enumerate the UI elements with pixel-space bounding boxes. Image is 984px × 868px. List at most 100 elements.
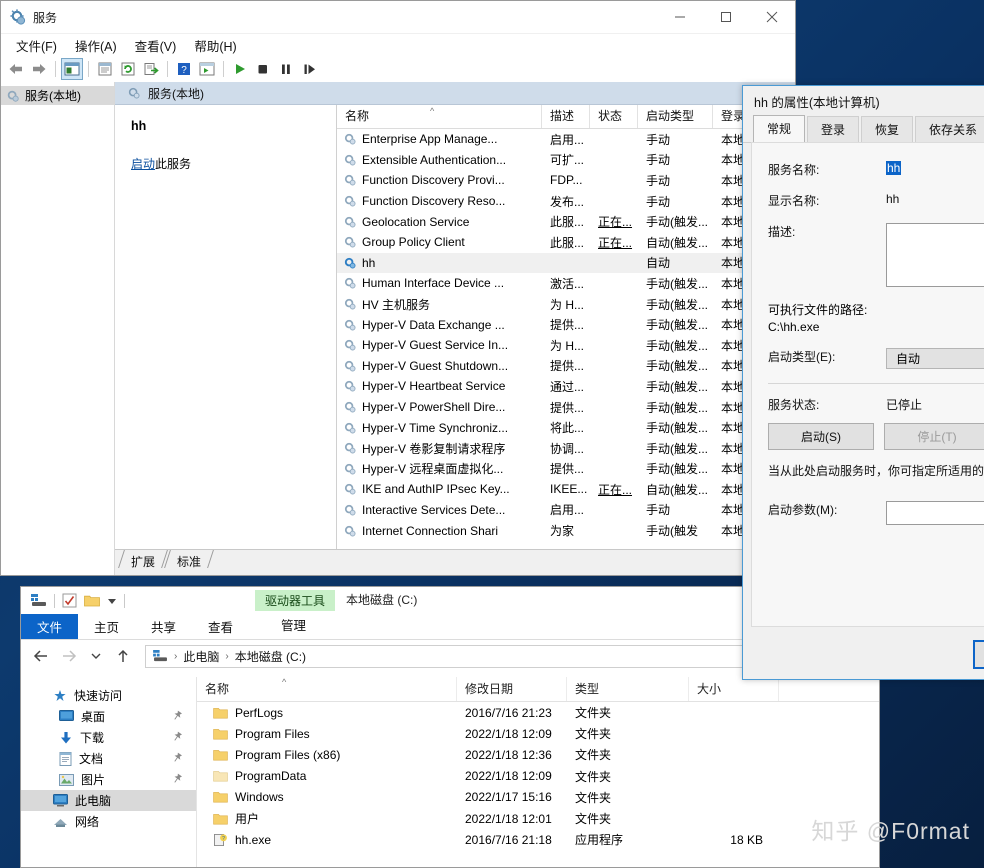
breadcrumb-this-pc[interactable]: 此电脑: [183, 648, 219, 665]
tab-file[interactable]: 文件: [21, 614, 79, 639]
services-list-row[interactable]: Hyper-V Time Synchroniz...将此...手动(触发...本…: [337, 417, 795, 438]
sidebar-item-this-pc[interactable]: 此电脑: [21, 790, 196, 811]
description-textarea[interactable]: [886, 223, 984, 287]
services-list-rows[interactable]: Enterprise App Manage...启用...手动本地系统Exten…: [337, 129, 795, 541]
services-list-row[interactable]: Hyper-V Guest Service In... 为 H... 手动(触发..…: [337, 335, 795, 356]
services-list-row[interactable]: Function Discovery Reso...发布...手动本地服务: [337, 191, 795, 212]
services-list-row[interactable]: Hyper-V Heartbeat Service通过...手动(触发...本地…: [337, 376, 795, 397]
show-hide-tree-icon[interactable]: [61, 58, 83, 80]
explorer-navigation-pane[interactable]: 快速访问 桌面 下载 文档 图片 此电脑 网络: [21, 677, 196, 867]
file-row[interactable]: ? hh.exe 2016/7/16 21:18 应用程序 18 KB: [197, 829, 879, 850]
sidebar-item-download[interactable]: 下载: [21, 727, 196, 748]
services-list-row[interactable]: Hyper-V Guest Shutdown...提供...手动(触发...本地…: [337, 356, 795, 377]
services-list-row[interactable]: HV 主机服务为 H...手动(触发...本地系统: [337, 294, 795, 315]
close-button[interactable]: [749, 1, 795, 33]
file-column-header[interactable]: 大小: [689, 677, 779, 701]
mmc-tab-standard[interactable]: 标准: [165, 550, 211, 570]
services-list-row[interactable]: Hyper-V 远程桌面虚拟化...提供...手动(触发...本地系统: [337, 459, 795, 480]
mmc-tab-extended[interactable]: 扩展: [119, 550, 165, 570]
file-row[interactable]: 用户 2022/1/18 12:01 文件夹: [197, 808, 879, 829]
services-list-row[interactable]: Hyper-V 卷影复制请求程序协调...手动(触发...本地系统: [337, 438, 795, 459]
services-list-header[interactable]: 名称 描述 状态 启动类型 登录为 ^: [337, 105, 795, 129]
start-service-icon[interactable]: [229, 58, 251, 80]
services-list-row[interactable]: Interactive Services Dete...启用...手动本地系统: [337, 500, 795, 521]
pin-icon[interactable]: [168, 729, 185, 747]
dropdown-caret-icon[interactable]: [107, 597, 117, 605]
properties-tabs[interactable]: 常规 登录 恢复 依存关系: [743, 115, 984, 143]
refresh-icon[interactable]: [117, 58, 139, 80]
tab-view[interactable]: 查看: [192, 614, 249, 639]
maximize-button[interactable]: [703, 1, 749, 33]
services-list-row[interactable]: Hyper-V Data Exchange ...提供...手动(触发...本地…: [337, 314, 795, 335]
menu-action[interactable]: 操作(A): [66, 34, 126, 57]
services-list-row[interactable]: Group Policy Client此服...正在...自动(触发...本地系…: [337, 232, 795, 253]
tab-share[interactable]: 共享: [135, 614, 192, 639]
service-properties-dialog[interactable]: hh 的属性(本地计算机) 常规 登录 恢复 依存关系 服务名称: hh 显示名…: [742, 85, 984, 680]
file-row[interactable]: ProgramData 2022/1/18 12:09 文件夹: [197, 766, 879, 787]
restart-service-icon[interactable]: [298, 58, 320, 80]
services-titlebar[interactable]: 服务: [1, 1, 795, 34]
forward-arrow-icon[interactable]: [60, 648, 77, 665]
file-row[interactable]: Program Files 2022/1/18 12:09 文件夹: [197, 723, 879, 744]
services-window[interactable]: 服务 文件(F) 操作(A) 查看(V) 帮助(H) ? 服务(本地) 服务(本…: [0, 0, 796, 576]
start-params-input[interactable]: [886, 501, 984, 525]
minimize-button[interactable]: [657, 1, 703, 33]
contextual-tab-drive-tools[interactable]: 驱动器工具: [255, 590, 335, 611]
explorer-file-list[interactable]: 名称 修改日期 类型 大小 ^ PerfLogs 2016/7/16 21:23 文件夹 Pr…: [196, 677, 879, 867]
menu-help[interactable]: 帮助(H): [185, 34, 245, 57]
services-list-row[interactable]: Geolocation Service此服...正在...手动(触发...本地系…: [337, 211, 795, 232]
start-service-link[interactable]: 启动: [131, 157, 155, 171]
services-list-row[interactable]: Human Interface Device ...激活...手动(触发...本…: [337, 273, 795, 294]
file-list-header[interactable]: 名称 修改日期 类型 大小 ^: [197, 677, 879, 702]
mmc-view-tabs[interactable]: 扩展 标准: [115, 549, 795, 575]
sidebar-item-network[interactable]: 网络: [21, 811, 196, 832]
file-row[interactable]: Program Files (x86) 2022/1/18 12:36 文件夹: [197, 744, 879, 765]
back-arrow-icon[interactable]: [5, 58, 27, 80]
services-column-header[interactable]: 名称: [337, 105, 542, 128]
services-list-row[interactable]: Enterprise App Manage...启用...手动本地系统: [337, 129, 795, 150]
file-row[interactable]: PerfLogs 2016/7/16 21:23 文件夹: [197, 702, 879, 723]
sidebar-item-desktop[interactable]: 桌面: [21, 706, 196, 727]
stop-service-icon[interactable]: [252, 58, 274, 80]
tab-logon[interactable]: 登录: [807, 116, 860, 142]
start-button[interactable]: 启动(S): [768, 423, 874, 450]
tab-dependencies[interactable]: 依存关系: [915, 116, 984, 142]
pause-service-icon[interactable]: [275, 58, 297, 80]
chevron-down-icon[interactable]: [87, 648, 104, 665]
properties-icon[interactable]: [94, 58, 116, 80]
stop-button[interactable]: 停止(T): [884, 423, 984, 450]
file-row[interactable]: Windows 2022/1/17 15:16 文件夹: [197, 787, 879, 808]
help-icon[interactable]: ?: [173, 58, 195, 80]
tree-node-services-local[interactable]: 服务(本地): [1, 86, 114, 105]
menu-view[interactable]: 查看(V): [126, 34, 186, 57]
services-tree-pane[interactable]: 服务(本地): [1, 82, 115, 575]
pin-icon[interactable]: [168, 750, 185, 768]
properties-checkbox-icon[interactable]: [62, 593, 77, 608]
forward-arrow-icon[interactable]: [28, 58, 50, 80]
up-arrow-icon[interactable]: [114, 648, 131, 665]
back-arrow-icon[interactable]: [33, 648, 50, 665]
services-list-row[interactable]: hh自动本地系统: [337, 252, 795, 274]
file-column-header[interactable]: 名称: [197, 677, 457, 701]
services-list-row[interactable]: IKE and AuthIP IPsec Key... IKEE... 正在... 自…: [337, 479, 795, 500]
breadcrumb-local-disk[interactable]: 本地磁盘 (C:): [235, 648, 306, 665]
breadcrumb-separator[interactable]: ›: [225, 651, 228, 662]
new-folder-icon[interactable]: [84, 594, 100, 607]
ok-button[interactable]: 确定: [973, 639, 984, 669]
menu-file[interactable]: 文件(F): [7, 34, 66, 57]
sidebar-item-pin-star[interactable]: 快速访问: [21, 685, 196, 706]
sidebar-item-documents[interactable]: 文档: [21, 748, 196, 769]
services-list-row[interactable]: Function Discovery Provi...FDP...手动本地服务: [337, 170, 795, 191]
file-column-header[interactable]: 类型: [567, 677, 689, 701]
services-list-row[interactable]: Hyper-V PowerShell Dire...提供...手动(触发...本…: [337, 397, 795, 418]
this-pc-icon[interactable]: [31, 594, 47, 607]
tab-home[interactable]: 主页: [78, 614, 135, 639]
services-list[interactable]: 名称 描述 状态 启动类型 登录为 ^ Enterprise App Manage... 启…: [336, 105, 795, 550]
services-column-header[interactable]: 启动类型: [638, 105, 713, 128]
sidebar-item-pictures[interactable]: 图片: [21, 769, 196, 790]
services-toolbar[interactable]: ?: [1, 56, 795, 83]
tab-recovery[interactable]: 恢复: [861, 116, 914, 142]
show-details-icon[interactable]: [196, 58, 218, 80]
services-column-header[interactable]: 描述: [542, 105, 590, 128]
export-list-icon[interactable]: [140, 58, 162, 80]
